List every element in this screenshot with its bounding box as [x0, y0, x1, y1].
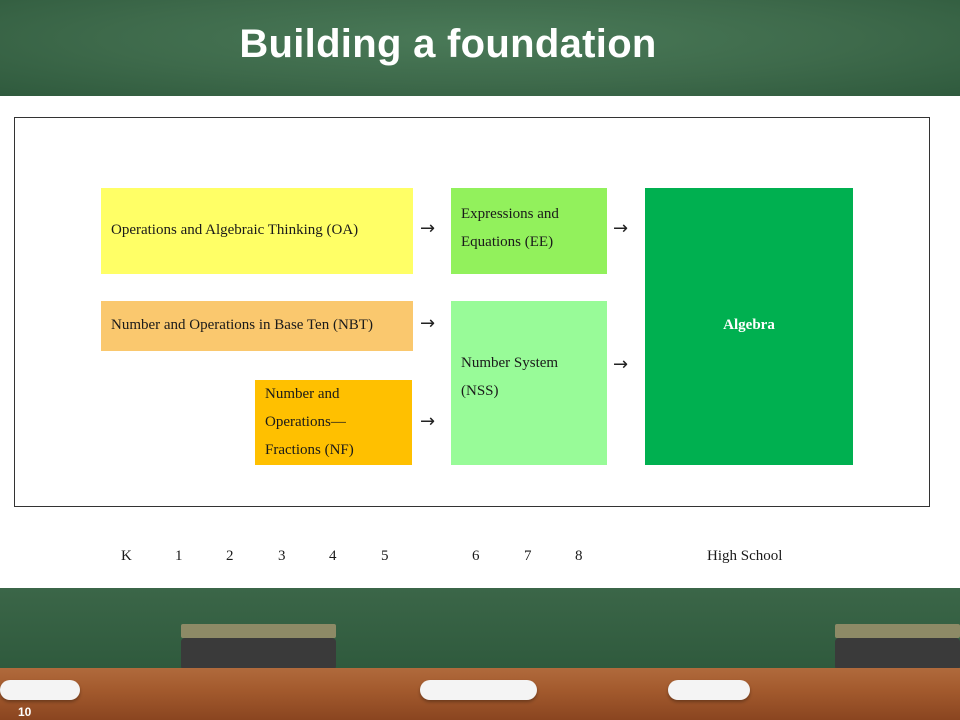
- box-ee-line-2: Equations (EE): [461, 234, 554, 250]
- grade-label-high-school: High School: [707, 548, 783, 564]
- grade-label-6: 6: [472, 548, 480, 564]
- page-number: 10: [18, 705, 32, 719]
- box-nf-line-1: Number and: [265, 386, 340, 402]
- grade-label-7: 7: [524, 548, 532, 564]
- box-operations-algebraic-thinking: Operations and Algebraic Thinking (OA): [101, 188, 413, 274]
- box-expressions-equations: Expressions and Equations (EE): [451, 188, 607, 274]
- arrow-nf-to-nss: →: [420, 411, 436, 432]
- slide-title: Building a foundation: [239, 22, 657, 66]
- arrow-nbt-to-nss: →: [420, 313, 436, 334]
- chalkboard-bottom: [0, 588, 960, 668]
- grade-label-k: K: [121, 548, 132, 564]
- grade-label-8: 8: [575, 548, 583, 564]
- box-nbt-line-1: Number and Operations in Base Ten (NBT): [111, 317, 373, 333]
- grade-label-2: 2: [226, 548, 234, 564]
- arrow-nss-to-algebra: →: [613, 354, 629, 375]
- box-nf-line-2: Operations—: [265, 414, 346, 430]
- grade-label-3: 3: [278, 548, 286, 564]
- box-number-operations-fractions: Number and Operations— Fractions (NF): [255, 380, 412, 465]
- chalk-piece-right: [668, 680, 750, 700]
- box-nss-line-1: Number System: [461, 355, 559, 371]
- box-algebra: Algebra: [645, 188, 853, 465]
- grade-label-1: 1: [175, 548, 183, 564]
- eraser-left: [181, 624, 336, 670]
- box-nf-line-3: Fractions (NF): [265, 442, 354, 458]
- box-number-system: Number System (NSS): [451, 301, 607, 465]
- chalk-piece-left: [0, 680, 80, 700]
- grade-label-5: 5: [381, 548, 389, 564]
- box-alg-line-1: Algebra: [723, 317, 775, 333]
- diagram-frame: Operations and Algebraic Thinking (OA) N…: [14, 117, 930, 507]
- grade-label-4: 4: [329, 548, 337, 564]
- box-oa-line-1: Operations and Algebraic Thinking (OA): [111, 222, 359, 238]
- arrow-oa-to-ee: →: [420, 218, 436, 239]
- box-ee-line-1: Expressions and: [461, 206, 559, 222]
- eraser-right: [835, 624, 960, 670]
- box-nss-line-2: (NSS): [461, 383, 499, 399]
- arrow-ee-to-algebra: →: [613, 218, 629, 239]
- box-number-operations-base-ten: Number and Operations in Base Ten (NBT): [101, 301, 413, 351]
- chalk-piece-middle: [420, 680, 537, 700]
